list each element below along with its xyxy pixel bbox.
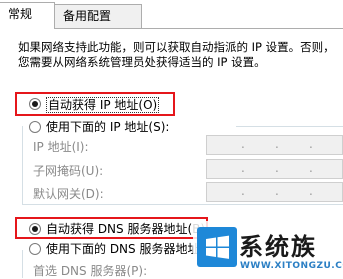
watermark-url: WWW.XITONGZU.COM	[240, 261, 343, 271]
auto-ip-label[interactable]: 自动获得 IP 地址(O)	[46, 96, 160, 113]
tab-alternate-config[interactable]: 备用配置	[54, 4, 142, 28]
description-line-2: 您需要从网络系统管理员处获得适当的 IP 设置。	[18, 55, 266, 69]
watermark-text: 系统族	[239, 233, 317, 261]
windows-logo-icon	[197, 227, 237, 267]
tab-general-label: 常规	[8, 7, 33, 21]
subnet-mask-label: 子网掩码(U):	[33, 164, 104, 178]
tab-general[interactable]: 常规	[0, 2, 55, 29]
default-gateway-label: 默认网关(D):	[33, 187, 104, 201]
manual-dns-radio[interactable]	[29, 243, 41, 255]
ip-group-border-top	[236, 126, 343, 127]
manual-ip-label[interactable]: 使用下面的 IP 地址(S):	[46, 118, 169, 135]
auto-dns-radio[interactable]	[29, 223, 41, 235]
preferred-dns-label: 首选 DNS 服务器(P):	[33, 264, 148, 278]
auto-dns-label[interactable]: 自动获得 DNS 服务器地址(B)	[46, 220, 205, 237]
auto-ip-label-text: 自动获得 IP 地址(O)	[46, 97, 160, 113]
description-line-1: 如果网络支持此功能，则可以获取自动指派的 IP 设置。否则，	[18, 40, 335, 54]
ip-address-field[interactable]: ...	[206, 135, 343, 155]
auto-ip-radio[interactable]	[29, 98, 41, 110]
tab-alternate-config-label: 备用配置	[63, 9, 112, 23]
subnet-mask-field[interactable]: ...	[206, 159, 343, 179]
manual-ip-radio[interactable]	[29, 121, 41, 133]
ip-group-border-bottom	[22, 204, 343, 205]
dns-group-border-left	[22, 250, 23, 278]
ip-group-border-left	[22, 126, 23, 204]
watermark: 系统族 WWW.XITONGZU.COM	[193, 221, 343, 278]
default-gateway-field[interactable]: ...	[206, 182, 343, 202]
ip-address-label: IP 地址(I):	[33, 140, 89, 154]
